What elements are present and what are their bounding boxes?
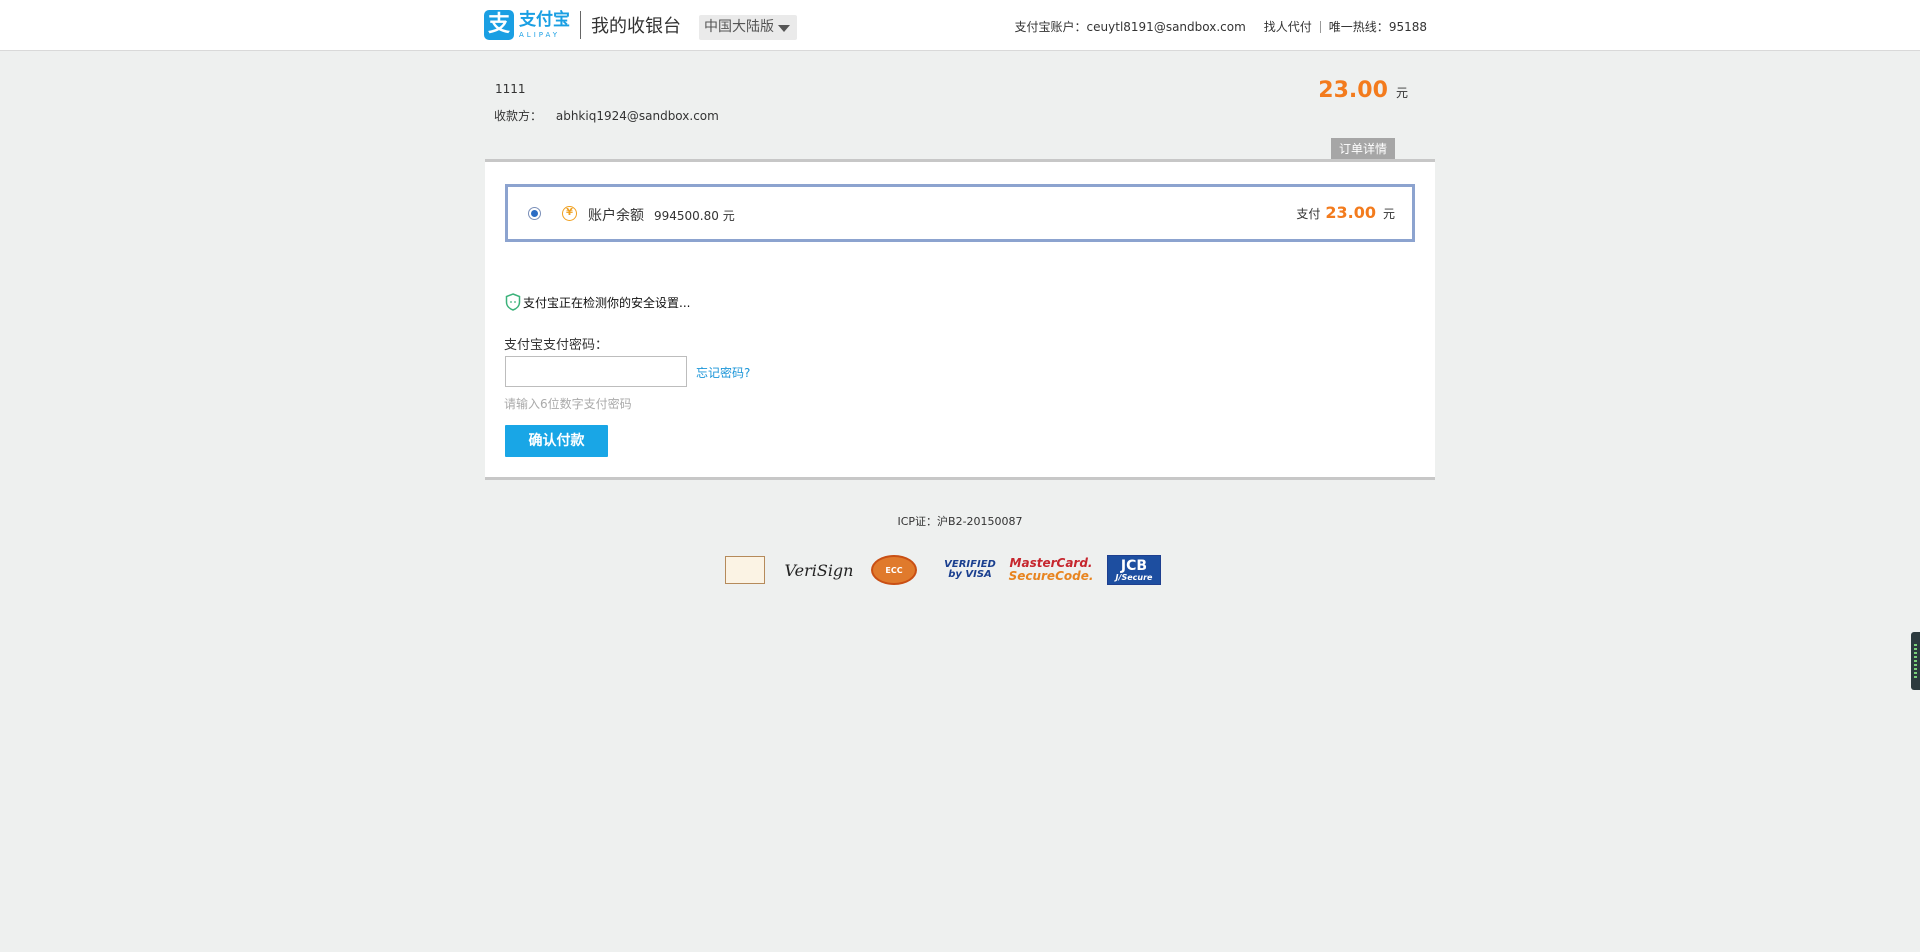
security-checking-text: 支付宝正在检测你的安全设置...: [523, 295, 691, 310]
ecc-logo[interactable]: ECC: [871, 555, 917, 585]
hotline-label: 唯一热线：: [1328, 20, 1389, 34]
payment-password-input[interactable]: [505, 356, 687, 387]
pay-unit: 元: [1382, 207, 1395, 221]
jcb-line2: J/Secure: [1115, 572, 1153, 582]
header-account-info: 支付宝账户： ceuytl8191@sandbox.com 找人代付 唯一热线：…: [1015, 18, 1427, 35]
top-header: 支 支付宝 ALIPAY 我的收银台 中国大陆版 支付宝账户： ceuytl81…: [0, 0, 1920, 51]
icp-license: ICP证：沪B2-20150087: [897, 515, 1023, 528]
yuan-coin-icon: ¥: [562, 206, 577, 221]
order-total-unit: 元: [1395, 86, 1408, 100]
jcb-jsecure-logo[interactable]: JCB J/Secure: [1107, 555, 1161, 585]
payee-email: abhkiq1924@sandbox.com: [555, 109, 719, 123]
payee-info: 收款方： abhkiq1924@sandbox.com: [494, 107, 719, 124]
account-email: ceuytl8191@sandbox.com: [1086, 19, 1246, 34]
payment-panel: ¥ 账户余额 994500.80 元 支付 23.00 元 支付宝正在检测你的安…: [485, 159, 1435, 480]
order-name: 1111: [495, 82, 526, 96]
password-hint: 请输入6位数字支付密码: [504, 397, 632, 411]
pay-label: 支付: [1296, 207, 1321, 221]
visa-line2: by VISA: [948, 569, 992, 580]
certification-logos: VeriSign ECC VERIFIED by VISA MasterCard…: [725, 553, 1181, 587]
business-license-icon[interactable]: [725, 556, 765, 584]
header-separator: [1319, 20, 1321, 33]
alipay-logo-icon: 支: [484, 10, 514, 40]
shield-icon: [505, 293, 521, 311]
side-panel-handle[interactable]: [1911, 632, 1920, 690]
proxy-pay-link[interactable]: 找人代付: [1264, 18, 1312, 35]
payment-method-balance[interactable]: ¥ 账户余额 994500.80 元 支付 23.00 元: [505, 184, 1415, 242]
confirm-payment-button[interactable]: 确认付款: [505, 425, 608, 457]
balance-value: 994500.80 元: [654, 209, 735, 223]
payee-label: 收款方：: [494, 109, 543, 123]
logo-en-text: ALIPAY: [519, 30, 561, 39]
pay-amount-group: 支付 23.00 元: [1296, 203, 1395, 222]
verified-by-visa-logo[interactable]: VERIFIED by VISA: [944, 555, 996, 585]
chevron-down-icon: [778, 25, 790, 32]
logo-cn-text: 支付宝: [519, 9, 570, 30]
region-dropdown-value: 中国大陆版: [704, 19, 774, 35]
security-check-row: 支付宝正在检测你的安全设置...: [505, 293, 690, 311]
logo-divider: [580, 11, 581, 39]
page-title: 我的收银台: [591, 16, 681, 37]
order-detail-button[interactable]: 订单详情: [1331, 138, 1395, 160]
hotline-number: 95188: [1388, 19, 1427, 34]
mc-line2: SecureCode.: [1008, 569, 1094, 583]
forgot-password-link[interactable]: 忘记密码?: [696, 364, 750, 381]
jcb-line1: JCB: [1120, 557, 1148, 574]
mastercard-securecode-logo[interactable]: MasterCard. SecureCode.: [1009, 555, 1094, 585]
verisign-logo[interactable]: VeriSign: [785, 555, 854, 585]
pay-amount: 23.00: [1325, 203, 1376, 222]
alipay-logo[interactable]: 支 支付宝 ALIPAY 我的收银台: [484, 8, 681, 42]
order-total: 23.00 元: [1318, 78, 1408, 103]
account-label: 支付宝账户：: [1014, 20, 1087, 34]
balance-label: 账户余额: [588, 208, 644, 224]
password-label: 支付宝支付密码：: [504, 338, 609, 353]
payment-method-radio[interactable]: [528, 207, 541, 220]
region-dropdown[interactable]: 中国大陆版: [699, 15, 797, 40]
order-total-amount: 23.00: [1318, 78, 1388, 103]
